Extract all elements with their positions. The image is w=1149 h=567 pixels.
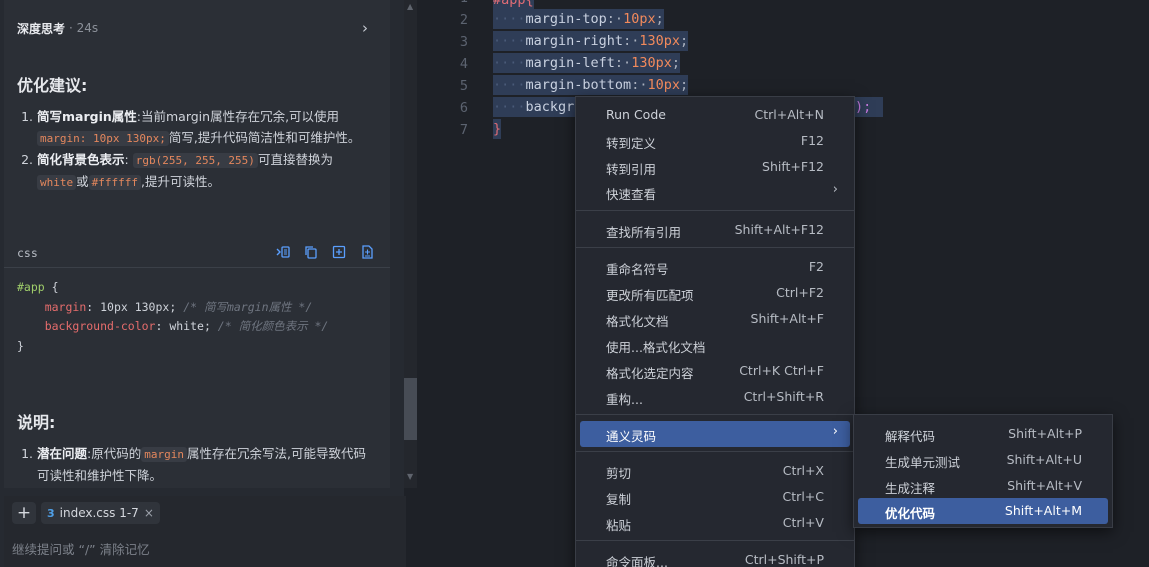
chevron-right-icon: › (832, 424, 838, 439)
submenu-item-generate-comments[interactable]: 生成注释 Shift+Alt+V (854, 473, 1112, 499)
code-line: ····margin-top:·10px; (493, 9, 664, 29)
chat-scrollbar[interactable]: ▲ ▼ (404, 0, 417, 488)
context-file-label: index.css 1-7 (59, 506, 139, 520)
chat-panel: 深度思考 · 24s › 优化建议: 简写margin属性:当前margin属性… (0, 0, 417, 567)
code-line: ····margin-right:·130px; (493, 31, 689, 51)
chat-input[interactable]: 继续提问或 “/” 清除记忆 (12, 539, 150, 558)
submenu-item-generate-unit-test[interactable]: 生成单元测试 Shift+Alt+U (854, 447, 1112, 473)
chevron-right-icon: › (362, 19, 368, 37)
deep-thinking-toggle[interactable]: 深度思考 · 24s › (4, 8, 390, 48)
menu-item-copy[interactable]: 复制 Ctrl+C (576, 484, 854, 510)
line-number: 3 (459, 34, 468, 50)
code-language-label: css (17, 246, 38, 260)
scrollbar-thumb[interactable] (404, 378, 417, 440)
section-title-suggestions: 优化建议: (17, 76, 88, 95)
code-line: } (493, 119, 502, 139)
chevron-right-icon: › (832, 182, 838, 197)
submenu-item-explain-code[interactable]: 解释代码 Shift+Alt+P (854, 421, 1112, 447)
list-item: 潜在问题:原代码的margin属性存在冗余写法,可能导致代码可读性和维护性下降。 (37, 443, 373, 486)
menu-item-go-to-references[interactable]: 转到引用 Shift+F12 (576, 154, 854, 180)
menu-divider (576, 451, 854, 452)
list-item: 简写margin属性:当前margin属性存在冗余,可以使用 margin: 1… (37, 106, 373, 149)
menu-item-run-code[interactable]: Run Code Ctrl+Alt+N (576, 102, 854, 128)
menu-divider (576, 247, 854, 248)
context-file-chip[interactable]: 3 index.css 1-7 × (41, 502, 160, 524)
menu-item-change-all-occurrences[interactable]: 更改所有匹配项 Ctrl+F2 (576, 280, 854, 306)
menu-item-format-document[interactable]: 格式化文档 Shift+Alt+F (576, 306, 854, 332)
code-line-tail: ); (855, 97, 883, 117)
inline-code: #ffffff (88, 175, 141, 190)
scroll-down-icon[interactable]: ▼ (407, 472, 413, 481)
deep-thinking-label: 深度思考 (17, 21, 66, 36)
code-block-header: css (4, 240, 390, 268)
deep-thinking-duration: · 24s (69, 21, 99, 35)
tongyi-submenu: 解释代码 Shift+Alt+P 生成单元测试 Shift+Alt+U 生成注释 Sh… (853, 414, 1113, 528)
menu-item-format-selection[interactable]: 格式化选定内容 Ctrl+K Ctrl+F (576, 358, 854, 384)
line-number: 6 (459, 100, 468, 116)
menu-item-peek[interactable]: 快速查看 › (576, 179, 854, 205)
copy-icon[interactable] (303, 245, 319, 261)
code-line: ····margin-bottom:·10px; (493, 75, 689, 95)
menu-item-tongyi-lingma[interactable]: 通义灵码 › (580, 421, 850, 447)
menu-item-find-all-references[interactable]: 查找所有引用 Shift+Alt+F12 (576, 217, 854, 243)
context-menu: Run Code Ctrl+Alt+N 转到定义 F12 转到引用 Shift+F12… (575, 96, 855, 567)
section-title-notes: 说明: (17, 413, 56, 432)
line-number: 7 (459, 122, 468, 138)
suggestion-list: 简写margin属性:当前margin属性存在冗余,可以使用 margin: 1… (23, 106, 373, 193)
code-line: ····margin-left:·130px; (493, 53, 680, 73)
new-file-icon[interactable] (331, 245, 347, 261)
menu-divider (576, 540, 854, 541)
insert-code-icon[interactable] (275, 245, 291, 261)
scroll-up-icon[interactable]: ▲ (407, 2, 413, 11)
css-code-block: #app { margin: 10px 130px; /* 简写margin属性… (17, 280, 329, 353)
menu-item-rename-symbol[interactable]: 重命名符号 F2 (576, 254, 854, 280)
inline-code: rgb(255, 255, 255) (132, 153, 258, 168)
menu-divider (576, 210, 854, 211)
inline-code: white (37, 175, 77, 190)
close-icon[interactable]: × (144, 506, 154, 520)
menu-item-format-document-with[interactable]: 使用...格式化文档 (576, 332, 854, 358)
menu-item-cut[interactable]: 剪切 Ctrl+X (576, 458, 854, 484)
css-file-icon: 3 (47, 506, 55, 520)
menu-item-refactor[interactable]: 重构... Ctrl+Shift+R (576, 384, 854, 410)
submenu-item-optimize-code[interactable]: 优化代码 Shift+Alt+M (858, 498, 1108, 524)
apply-diff-icon[interactable] (359, 245, 375, 261)
notes-list: 潜在问题:原代码的margin属性存在冗余写法,可能导致代码可读性和维护性下降。 (23, 443, 373, 486)
menu-item-go-to-definition[interactable]: 转到定义 F12 (576, 128, 854, 154)
chat-message-area: 深度思考 · 24s › 优化建议: 简写margin属性:当前margin属性… (4, 0, 390, 488)
line-number: 4 (459, 56, 468, 72)
inline-code: margin (141, 447, 187, 462)
line-number: 1 (438, 0, 468, 6)
inline-code: margin: 10px 130px; (37, 131, 169, 146)
menu-item-paste[interactable]: 粘贴 Ctrl+V (576, 510, 854, 536)
list-item: 简化背景色表示: rgb(255, 255, 255)可直接替换为 white或… (37, 149, 373, 193)
chat-composer: + 3 index.css 1-7 × 继续提问或 “/” 清除记忆 (4, 496, 406, 567)
menu-item-command-palette[interactable]: 命令面板... Ctrl+Shift+P (576, 547, 854, 567)
menu-divider (576, 414, 854, 415)
add-context-button[interactable]: + (12, 502, 36, 524)
line-number: 5 (459, 78, 468, 94)
line-number: 2 (459, 12, 468, 28)
